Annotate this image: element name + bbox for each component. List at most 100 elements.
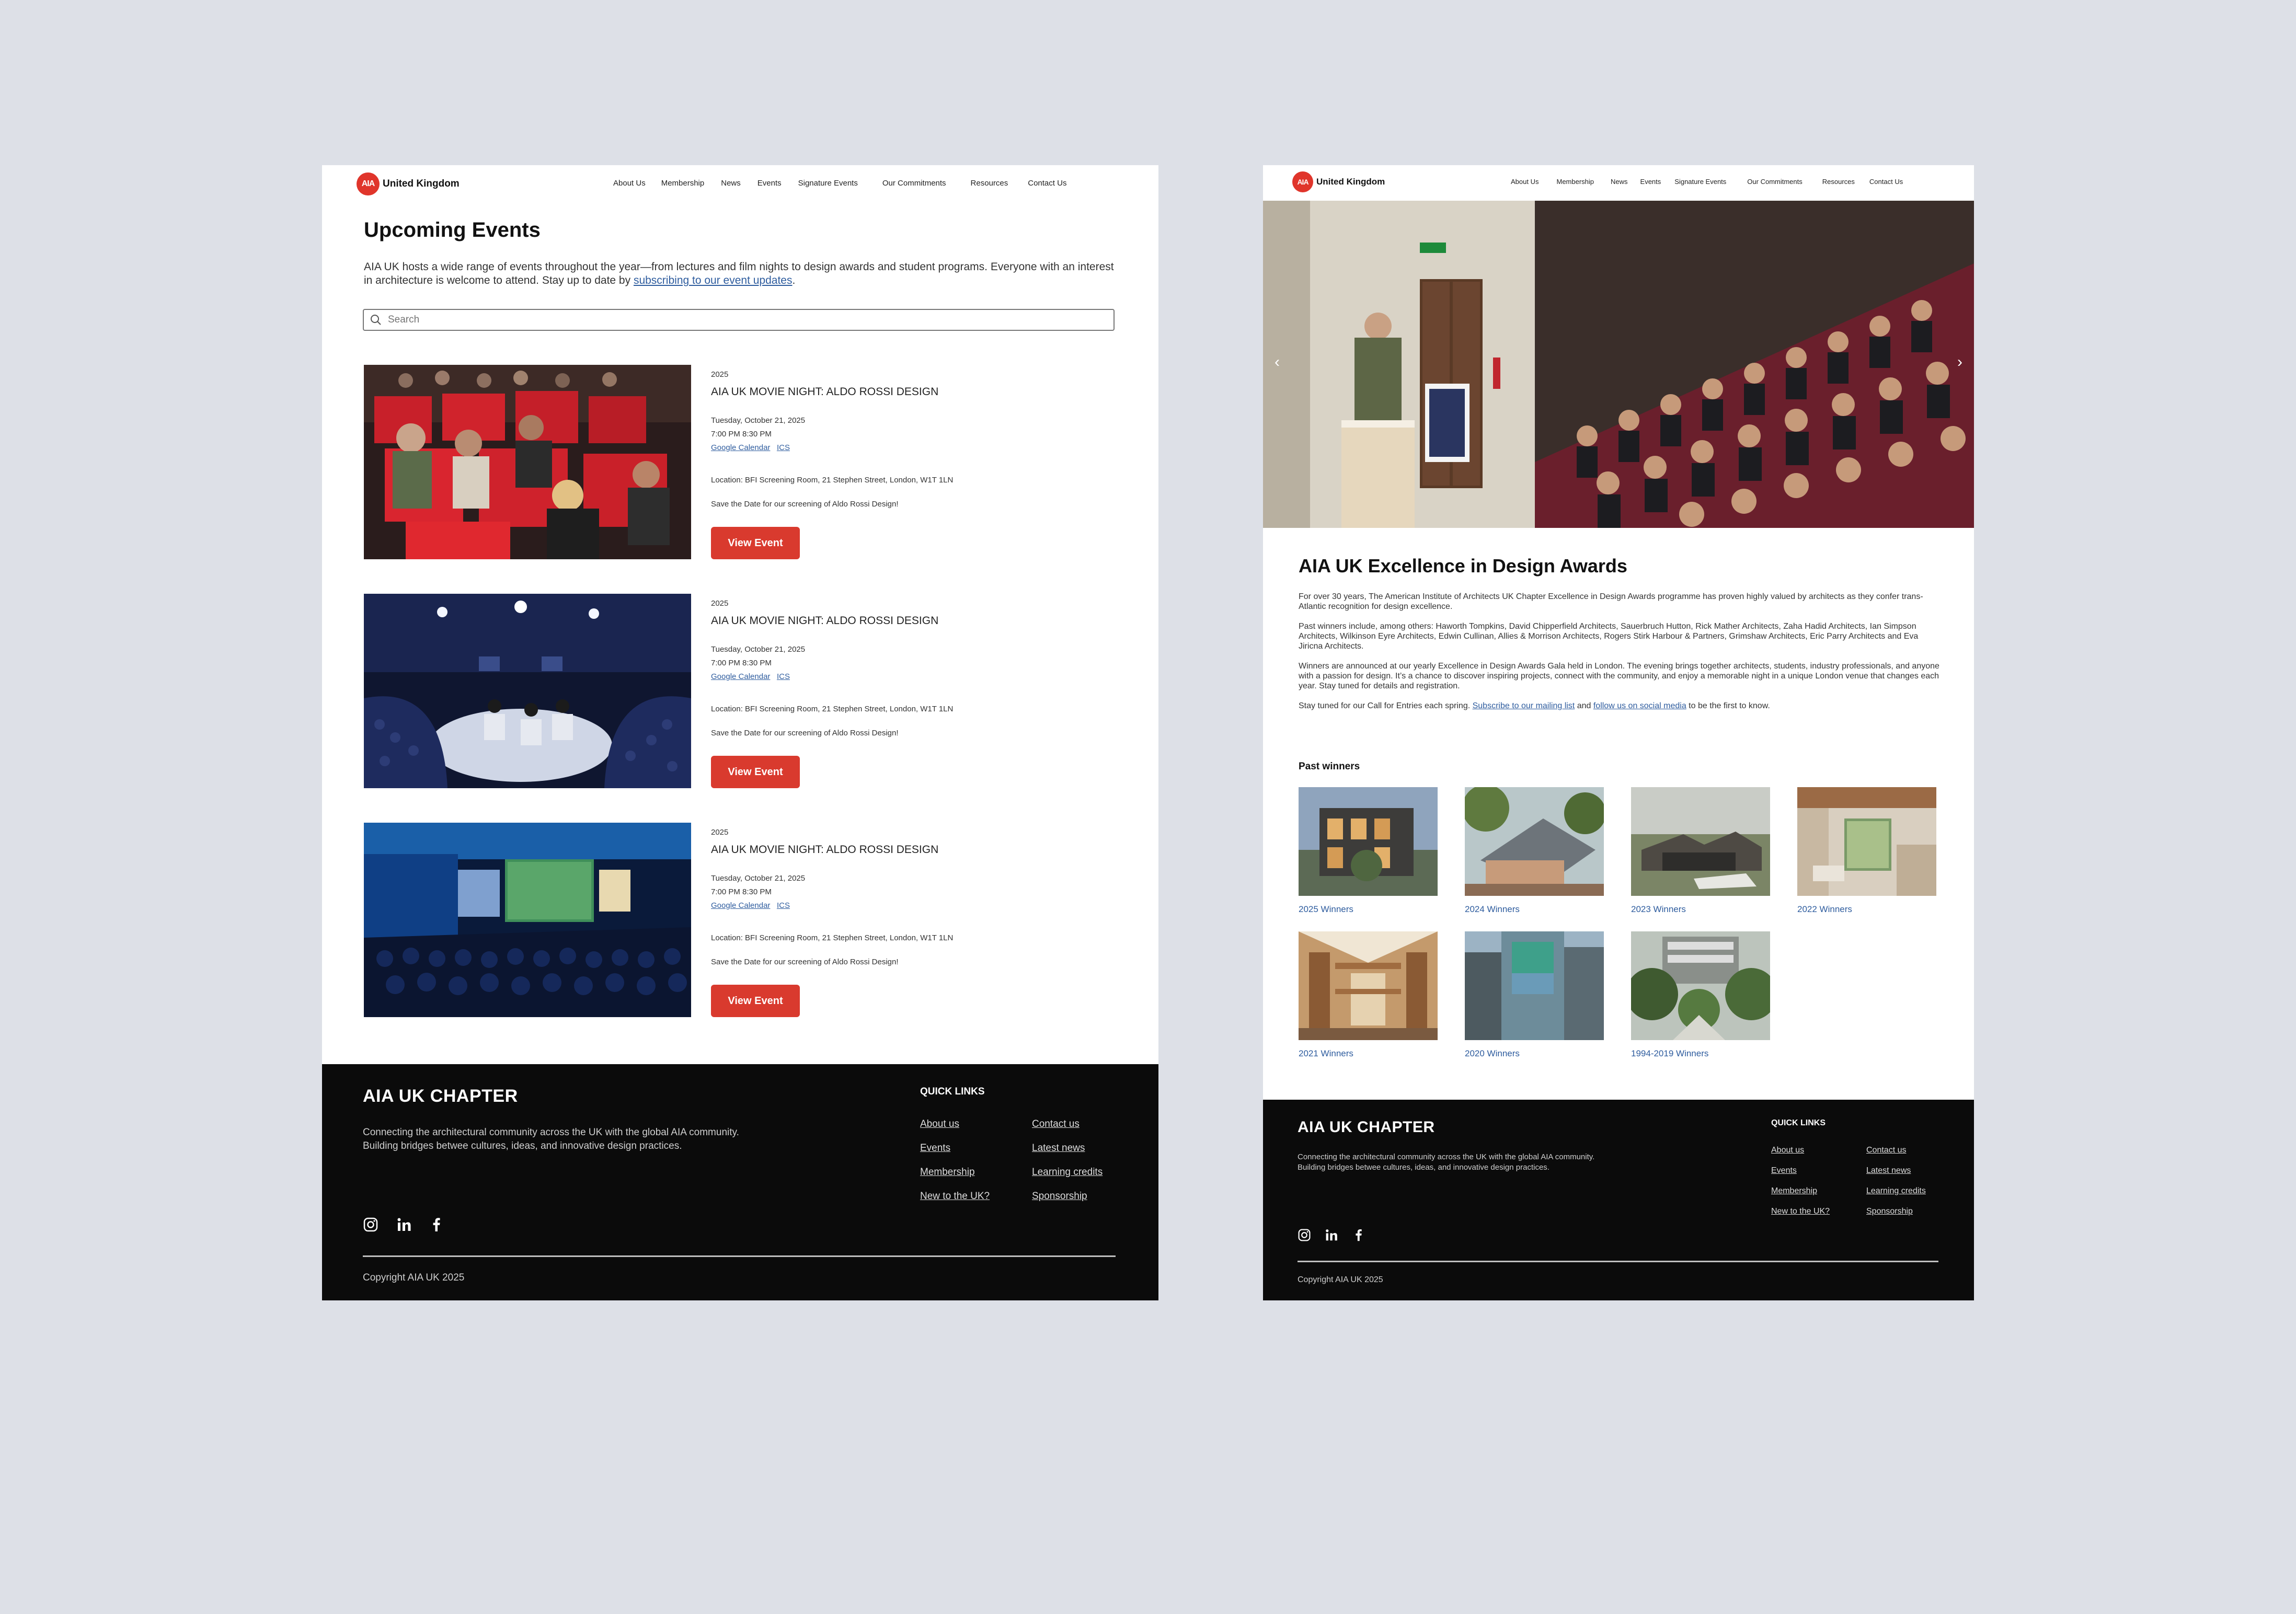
event-2-time: 7:00 PM 8:30 PM [711,659,772,667]
event-2-title[interactable]: AIA UK MOVIE NIGHT: ALDO ROSSI DESIGN [711,615,938,627]
awards-gala-photo [1263,201,1974,528]
event-1-image[interactable] [364,365,691,559]
instagram-icon[interactable] [1298,1228,1311,1242]
event-1-note: Save the Date for our screening of Aldo … [711,500,899,509]
linkedin-icon[interactable] [1325,1228,1338,1242]
nav-news[interactable]: News [721,179,741,188]
footer-description-line-1: Connecting the architectural community a… [363,1127,739,1138]
event-3-title[interactable]: AIA UK MOVIE NIGHT: ALDO ROSSI DESIGN [711,844,938,856]
search-input[interactable] [387,314,1069,326]
winners-2020-link[interactable]: 2020 Winners [1465,1048,1520,1059]
page-title: Upcoming Events [364,218,541,241]
carousel-prev-icon[interactable]: ‹ [1275,353,1280,371]
google-calendar-link[interactable]: Google Calendar [711,443,770,452]
nav-membership[interactable]: Membership [661,179,705,188]
footer-description-line-2: Building bridges betwee cultures, ideas,… [363,1140,682,1151]
winners-1994-2019-thumb[interactable] [1631,931,1770,1040]
main-nav: About Us Membership News Events Signatur… [1511,178,1903,186]
winners-2023-link[interactable]: 2023 Winners [1631,904,1686,915]
footer-link-contact-us[interactable]: Contact us [1866,1146,1906,1155]
nav-signature-events[interactable]: Signature Events [1674,178,1726,186]
tower-photo [1465,931,1604,1040]
event-2-view-button[interactable]: View Event [711,756,800,788]
footer-link-membership[interactable]: Membership [1771,1186,1817,1196]
event-3-image[interactable] [364,823,691,1017]
ics-link[interactable]: ICS [777,672,790,681]
footer-link-learning-credits[interactable]: Learning credits [1032,1167,1103,1178]
nav-resources[interactable]: Resources [971,179,1008,188]
event-2-year: 2025 [711,599,729,608]
nav-news[interactable]: News [1611,178,1628,186]
subscribe-event-updates-link[interactable]: subscribing to our event updates [634,274,793,286]
nav-about-us[interactable]: About Us [613,179,646,188]
site-footer: AIA UK CHAPTER Connecting the architectu… [1263,1100,1974,1300]
nav-membership[interactable]: Membership [1556,178,1594,186]
footer-link-latest-news[interactable]: Latest news [1866,1166,1911,1175]
event-1-date: Tuesday, October 21, 2025 [711,416,806,425]
ics-link[interactable]: ICS [777,901,790,910]
event-3-location: Location: BFI Screening Room, 21 Stephen… [711,933,954,942]
footer-link-events[interactable]: Events [920,1143,950,1154]
facebook-icon[interactable] [1352,1228,1365,1242]
winners-2024-thumb[interactable] [1465,787,1604,896]
winners-1994-2019-link[interactable]: 1994-2019 Winners [1631,1048,1708,1059]
footer-link-contact-us[interactable]: Contact us [1032,1119,1080,1130]
footer-link-membership[interactable]: Membership [920,1167,975,1178]
winners-2025-thumb[interactable] [1299,787,1438,896]
building-photo [1299,787,1438,896]
awards-p4-end: to be the first to know. [1686,701,1770,710]
winners-2022-thumb[interactable] [1797,787,1936,896]
footer-link-sponsorship[interactable]: Sponsorship [1032,1191,1087,1202]
event-1-title[interactable]: AIA UK MOVIE NIGHT: ALDO ROSSI DESIGN [711,386,938,398]
winners-2020-thumb[interactable] [1465,931,1604,1040]
footer-link-new-to-uk[interactable]: New to the UK? [1771,1207,1830,1216]
footer-link-latest-news[interactable]: Latest news [1032,1143,1085,1154]
nav-contact-us[interactable]: Contact Us [1869,178,1903,186]
hero-carousel[interactable]: ‹ › [1263,201,1974,528]
facebook-icon[interactable] [429,1217,444,1232]
footer-link-about-us[interactable]: About us [1771,1146,1804,1155]
winners-2023-thumb[interactable] [1631,787,1770,896]
intro-text-end: . [792,274,796,286]
google-calendar-link[interactable]: Google Calendar [711,901,770,910]
winners-2021-thumb[interactable] [1299,931,1438,1040]
event-1-view-button[interactable]: View Event [711,527,800,559]
event-3-view-button[interactable]: View Event [711,985,800,1017]
footer-link-events[interactable]: Events [1771,1166,1797,1175]
past-winners-heading: Past winners [1299,761,1360,772]
nav-signature-events[interactable]: Signature Events [798,179,858,188]
linkedin-icon[interactable] [396,1217,412,1232]
footer-divider [1298,1261,1938,1262]
ics-link[interactable]: ICS [777,443,790,452]
aia-logo-mark: AIA [1292,171,1313,192]
social-media-link[interactable]: follow us on social media [1593,701,1686,710]
footer-link-about-us[interactable]: About us [920,1119,959,1130]
awards-paragraph-3: Winners are announced at our yearly Exce… [1299,662,1939,690]
nav-events[interactable]: Events [757,179,782,188]
nav-our-commitments[interactable]: Our Commitments [1747,178,1802,186]
winners-2024-link[interactable]: 2024 Winners [1465,904,1520,915]
lecture-screen-photo [364,823,691,1017]
footer-link-learning-credits[interactable]: Learning credits [1866,1186,1926,1196]
nav-events[interactable]: Events [1640,178,1661,186]
footer-link-sponsorship[interactable]: Sponsorship [1866,1207,1913,1216]
nav-our-commitments[interactable]: Our Commitments [882,179,946,188]
winners-2022-link[interactable]: 2022 Winners [1797,904,1852,915]
nav-contact-us[interactable]: Contact Us [1028,179,1066,188]
google-calendar-link[interactable]: Google Calendar [711,672,770,681]
event-2-image[interactable] [364,594,691,788]
site-logo[interactable]: AIA United Kingdom [357,172,460,195]
footer-divider [363,1255,1116,1257]
winners-2025-link[interactable]: 2025 Winners [1299,904,1353,915]
intro-text: AIA UK hosts a wide range of events thro… [364,260,1117,287]
carousel-next-icon[interactable]: › [1957,353,1962,371]
site-logo[interactable]: AIA United Kingdom [1292,171,1385,192]
nav-resources[interactable]: Resources [1822,178,1855,186]
winners-2021-link[interactable]: 2021 Winners [1299,1048,1353,1059]
search-bar[interactable] [363,309,1115,331]
mailing-list-link[interactable]: Subscribe to our mailing list [1473,701,1575,710]
nav-about-us[interactable]: About Us [1511,178,1539,186]
footer-link-new-to-uk[interactable]: New to the UK? [920,1191,990,1202]
event-1-location: Location: BFI Screening Room, 21 Stephen… [711,476,954,485]
instagram-icon[interactable] [363,1217,378,1232]
